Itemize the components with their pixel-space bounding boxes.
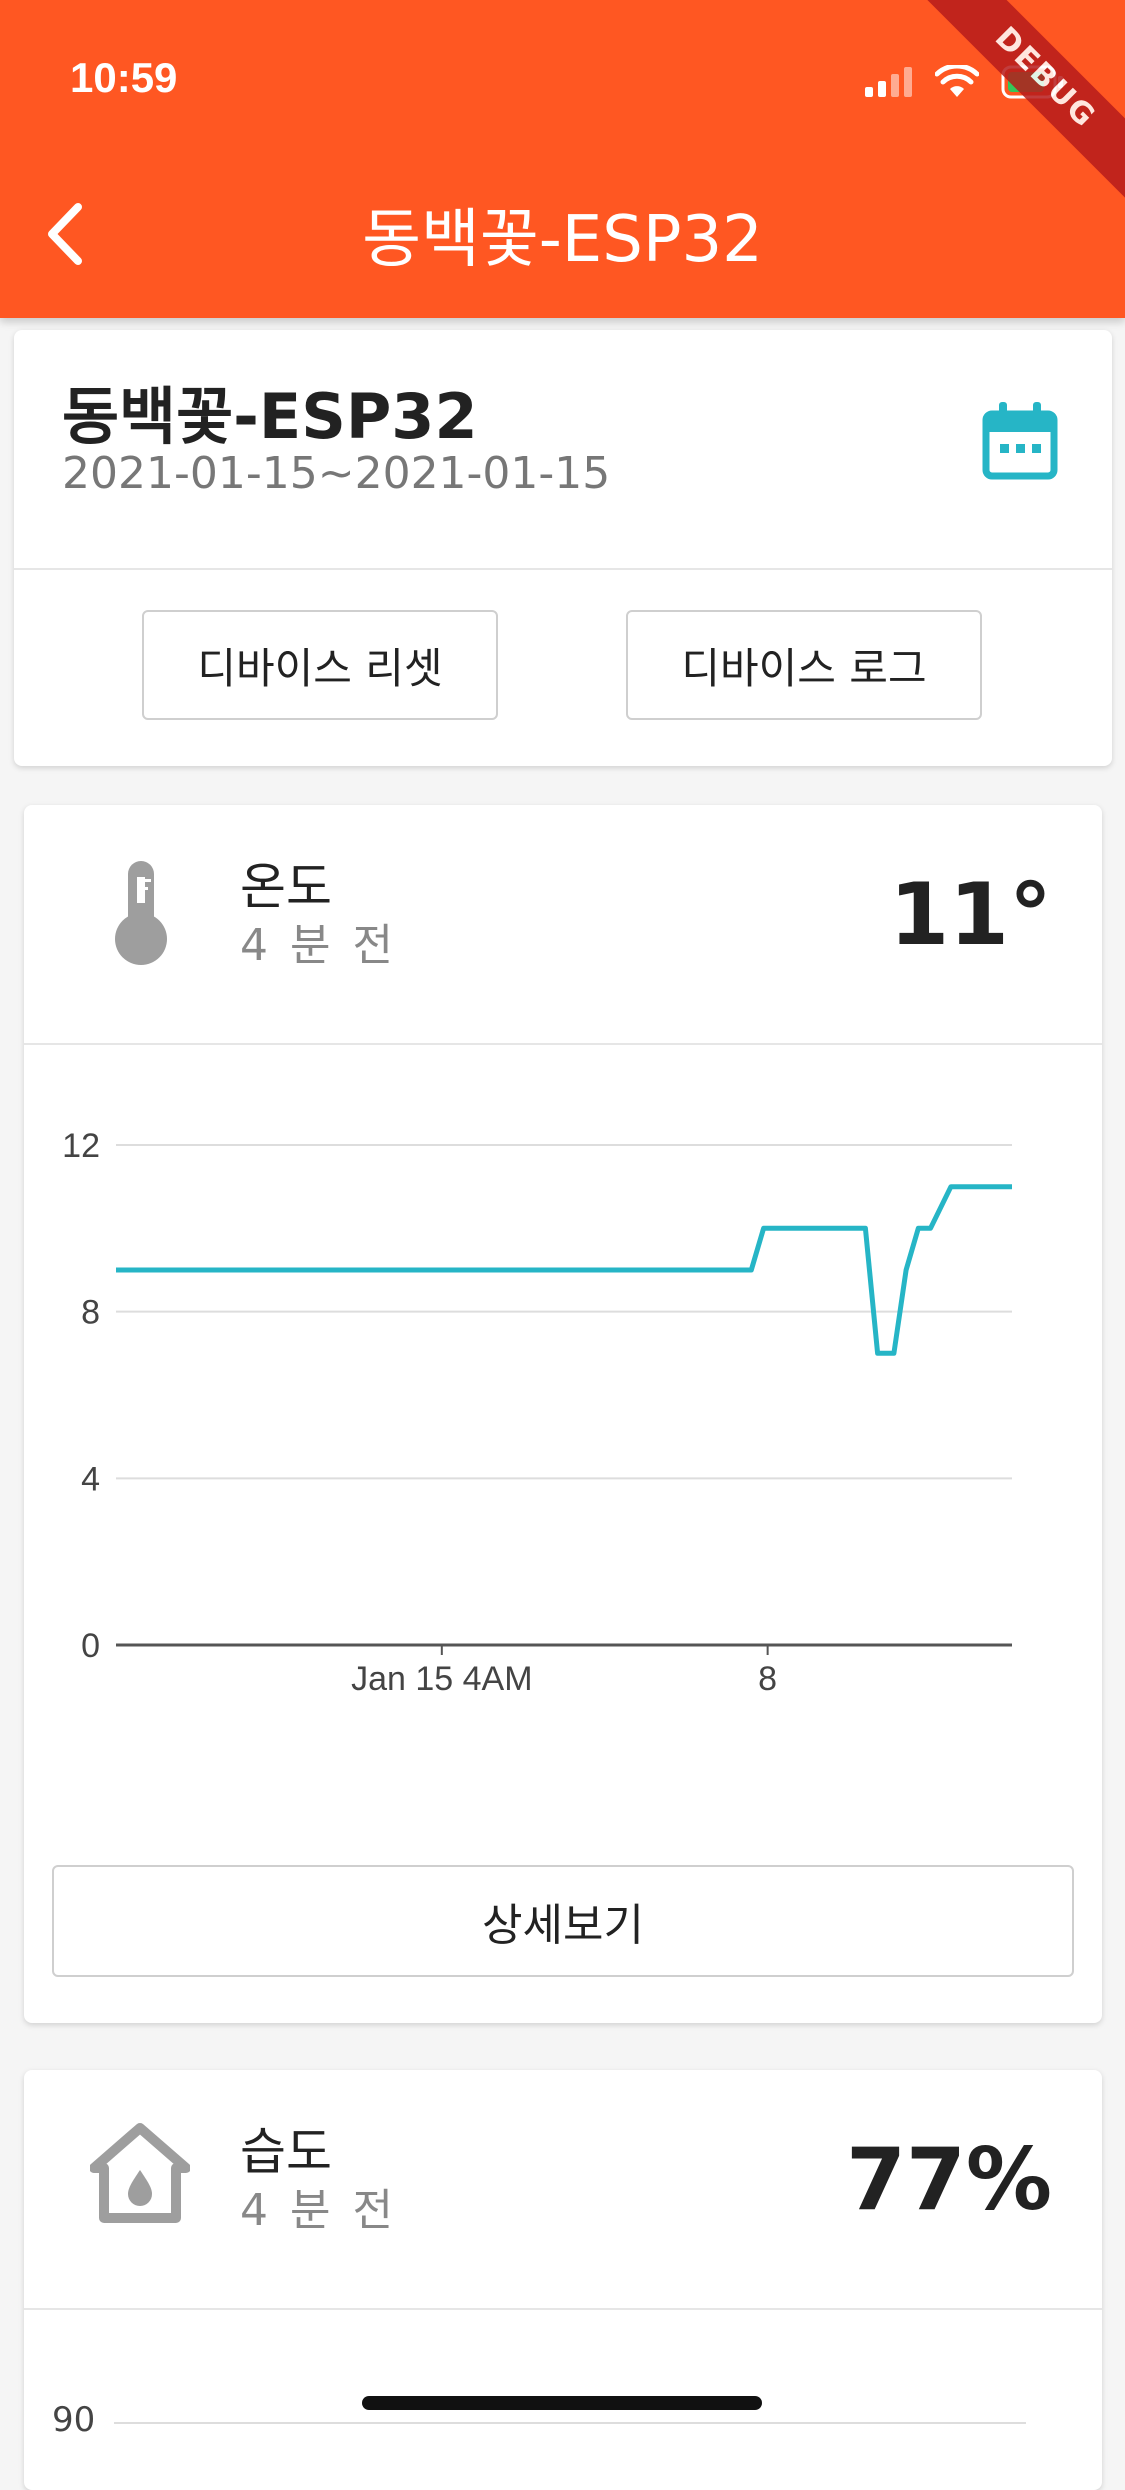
temperature-chart: 0 4 8 12 Jan 15 4AM 8 (62, 1127, 1012, 1698)
home-indicator (362, 2396, 762, 2410)
sensor-updated-ago: 4 분 전 (240, 2185, 397, 2236)
y-tick-label: 0 (81, 1627, 100, 1665)
sensor-value: 77% (846, 2130, 1052, 2230)
signal-icon (865, 67, 912, 97)
humidity-card: 습도 4 분 전 77% 90 (24, 2070, 1102, 2490)
humidity-house-icon (90, 2123, 190, 2223)
detail-button[interactable]: 상세보기 (52, 1865, 1074, 1977)
x-tick-label: 8 (758, 1660, 777, 1698)
divider (14, 568, 1112, 570)
device-name: 동백꽃-ESP32 (62, 380, 478, 453)
y-tick-label: 12 (62, 1127, 100, 1165)
device-card: 동백꽃-ESP32 2021-01-15~2021-01-15 디바이스 리셋 … (14, 330, 1112, 766)
sensor-updated-ago: 4 분 전 (240, 920, 397, 971)
divider (24, 2308, 1102, 2310)
device-log-button[interactable]: 디바이스 로그 (626, 610, 982, 720)
sensor-value: 11° (889, 865, 1052, 965)
status-time: 10:59 (70, 54, 178, 101)
calendar-icon[interactable] (982, 400, 1058, 480)
y-tick-label: 8 (81, 1294, 100, 1332)
date-range: 2021-01-15~2021-01-15 (62, 448, 611, 499)
temperature-card: 온도 4 분 전 11° 0 4 8 12 Jan 15 4AM 8 상세보기 (24, 805, 1102, 2023)
app-bar: 10:59 동백꽃-ESP32 DEBUG (0, 0, 1125, 318)
x-tick-label: Jan 15 4AM (351, 1660, 532, 1698)
device-reset-button[interactable]: 디바이스 리셋 (142, 610, 498, 720)
grid-line (114, 2422, 1026, 2424)
y-tick-label: 4 (81, 1460, 100, 1498)
page-title: 동백꽃-ESP32 (362, 203, 763, 277)
thermometer-icon (115, 861, 167, 965)
temperature-series-line (116, 1184, 1012, 1356)
humidity-y-tick: 90 (52, 2400, 96, 2440)
wifi-icon (935, 65, 979, 97)
